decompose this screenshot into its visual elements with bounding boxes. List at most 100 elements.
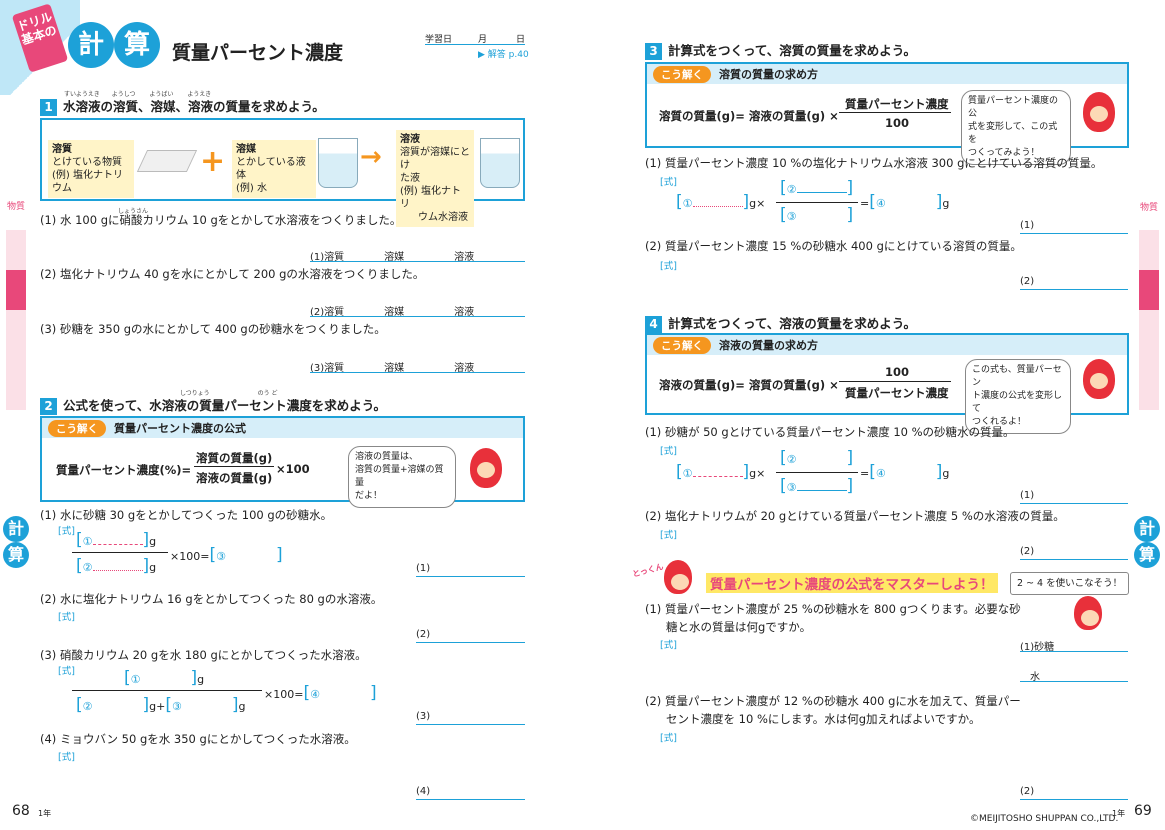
side-calc-2-right: 算 (1134, 542, 1160, 568)
formula-label: [式] (660, 733, 677, 744)
q4-1-den: [③] (780, 476, 854, 496)
formula-x100: ×100 (276, 462, 310, 476)
q3-problem-2: (2) 質量パーセント濃度 15 %の砂糖水 400 gにとけている溶質の質量。 (645, 239, 1022, 253)
q2-answer-4: (4) (416, 786, 431, 797)
q2-1-work: [①]g (76, 530, 157, 550)
salt-dish-image (136, 150, 198, 172)
kotoku-badge: こう解く (653, 337, 711, 354)
formula-label: [式] (58, 666, 75, 677)
q3-problem-1: (1) 質量パーセント濃度 10 %の塩化ナトリウム水溶液 300 gにとけてい… (645, 156, 1103, 170)
formula-lhs: 溶質の質量(g)= 溶液の質量(g) × (659, 109, 839, 123)
q1-problem-3: (3) 砂糖を 350 gの水にとかして 400 gの砂糖水をつくりました。 (40, 322, 386, 336)
hint-bubble: 質量パーセント濃度の公 式を変形して、この式を つくってみよう！ (961, 90, 1071, 165)
formula-label: [式] (58, 526, 75, 537)
q3-1-eq: =[④]g (860, 192, 950, 212)
plus-sign: + (200, 144, 226, 179)
formula-numerator: 質量パーセント濃度 (845, 97, 949, 111)
side-subject-right: 物質 (1139, 203, 1158, 213)
tokkun-answer-2: (2) (1020, 786, 1035, 797)
q2-answer-1: (1) (416, 563, 431, 574)
grade-left: 1年 (38, 809, 52, 818)
q2-answer-2: (2) (416, 629, 431, 640)
formula-label: [式] (660, 446, 677, 457)
q3-answer-1: (1) (1020, 220, 1035, 231)
q2-1-eq: ×100=[③] (170, 545, 283, 565)
mascot-image (1074, 596, 1102, 630)
q4-1-num: [②] (780, 448, 854, 468)
mascot-image (470, 448, 502, 488)
page-title: 質量パーセント濃度 (172, 42, 344, 64)
formula-denominator: 100 (885, 116, 910, 130)
q2-problem-4: (4) ミョウバン 50 gを水 350 gにとかしてつくった水溶液。 (40, 732, 356, 746)
page-number-right: 69 (1134, 803, 1152, 819)
q2-problem-1: (1) 水に砂糖 30 gをとかしてつくった 100 gの砂糖水。 (40, 508, 333, 522)
q2-problem-2: (2) 水に塩化ナトリウム 16 gをとかしてつくった 80 gの水溶液。 (40, 592, 383, 606)
mascot-image (664, 560, 692, 594)
q2-3-den: [②]g+[③]g (76, 695, 246, 715)
solute-box: 溶質 とけている物質 (例) 塩化ナトリウム (48, 140, 134, 198)
box-title: 溶液の質量の求め方 (719, 339, 818, 352)
kotoku-badge: こう解く (653, 66, 711, 83)
q1-heading: 1 水溶液の溶質、溶媒、溶液の質量を求めよう。 (40, 96, 325, 116)
mascot-image (1083, 359, 1115, 399)
q2-answer-3: (3) (416, 711, 431, 722)
side-subject-left: 物質 (6, 202, 25, 212)
solution-box: 溶液 溶質が溶媒にとけ た液 (例) 塩化ナトリ ウム水溶液 (396, 130, 474, 227)
side-calc-1-left: 計 (3, 516, 29, 542)
box-title: 溶質の質量の求め方 (719, 68, 818, 81)
q2-1-den: [②]g (76, 556, 157, 576)
solvent-box: 溶媒 とかしている液体 (例) 水 (232, 140, 316, 198)
tokkun-problem-1b: 糖と水の質量は何gですか。 (666, 620, 812, 634)
q4-problem-2: (2) 塩化ナトリウムが 20 gとけている質量パーセント濃度 5 %の水溶液の… (645, 509, 1065, 523)
q3-1-num: [②] (780, 178, 854, 198)
side-calc-2-left: 算 (3, 542, 29, 568)
tokkun-problem-2b: セント濃度を 10 %にします。水は何g加えればよいですか。 (666, 712, 981, 726)
formula-label: [式] (660, 177, 677, 188)
q4-answer-1: (1) (1020, 490, 1035, 501)
water-beaker-image (318, 138, 358, 188)
formula-denominator: 溶液の質量(g) (196, 471, 273, 485)
q3-answer-2: (2) (1020, 276, 1035, 287)
tokkun-tip: 2 ~ 4 を使いこなそう！ (1010, 572, 1130, 595)
formula-denominator: 質量パーセント濃度 (845, 386, 949, 400)
hint-bubble: 溶液の質量は、 溶質の質量+溶媒の質量 だよ！ (348, 446, 456, 508)
hint-bubble: この式も、質量パーセン ト濃度の公式を変形して つくれるよ！ (965, 359, 1071, 434)
q3-1-den: [③] (780, 205, 854, 225)
solution-beaker-image (480, 138, 520, 188)
q4-answer-2: (2) (1020, 546, 1035, 557)
q4-1-eq: =[④]g (860, 462, 950, 482)
q4-heading: 4 計算式をつくって、溶液の質量を求めよう。 (645, 313, 916, 333)
tokkun-heading: 質量パーセント濃度の公式をマスターしよう！ (706, 573, 998, 593)
title-char-2: 算 (114, 22, 160, 68)
tokkun-label: とっくん (631, 562, 665, 579)
box-title: 質量パーセント濃度の公式 (114, 422, 246, 435)
tokkun-problem-1: (1) 質量パーセント濃度が 25 %の砂糖水を 800 gつくります。必要な砂 (645, 602, 1021, 616)
q4-problem-1: (1) 砂糖が 50 gとけている質量パーセント濃度 10 %の砂糖水の質量。 (645, 425, 1015, 439)
q3-heading: 3 計算式をつくって、溶質の質量を求めよう。 (645, 40, 916, 60)
title-char-1: 計 (68, 22, 114, 68)
q4-1-work: [①]g× (676, 462, 766, 482)
q3-formula-box: こう解く 溶質の質量の求め方 溶質の質量(g)= 溶液の質量(g) × 質量パーセ… (645, 62, 1129, 165)
tokkun-problem-2: (2) 質量パーセント濃度が 12 %の砂糖水 400 gに水を加えて、質量パー (645, 694, 1021, 708)
formula-numerator: 100 (885, 365, 910, 379)
formula-label: [式] (58, 752, 75, 763)
q2-3-num: [①]g (124, 668, 205, 688)
side-tab-left (6, 230, 26, 410)
q1-problem-1: (1) 水 100 gに硝酸カリウム 10 gをとかして水溶液をつくりました。 (40, 213, 402, 227)
side-tab-right (1139, 230, 1159, 410)
formula-lhs: 質量パーセント濃度(%)= (56, 463, 192, 477)
copyright: ©MEIJITOSHO SHUPPAN CO.,LTD. (970, 814, 1119, 824)
page-number-left: 68 (12, 803, 30, 819)
arrow-icon: → (360, 142, 382, 172)
mascot-image (1083, 92, 1115, 132)
q2-problem-3: (3) 硝酸カリウム 20 gを水 180 gにとかしてつくった水溶液。 (40, 648, 367, 662)
kotoku-badge: こう解く (48, 420, 106, 437)
q2-formula-box: こう解く 質量パーセント濃度の公式 質量パーセント濃度(%)= 溶質の質量(g) … (40, 416, 525, 508)
q2-3-eq: ×100=[④] (264, 683, 377, 703)
formula-label: [式] (660, 530, 677, 541)
q4-formula-box: こう解く 溶液の質量の求め方 溶液の質量(g)= 溶質の質量(g) × 100 質… (645, 333, 1129, 434)
q3-1-work: [①]g× (676, 192, 766, 212)
side-calc-1-right: 計 (1134, 516, 1160, 542)
formula-label: [式] (58, 612, 75, 623)
q1-problem-2: (2) 塩化ナトリウム 40 gを水にとかして 200 gの水溶液をつくりました… (40, 267, 425, 281)
